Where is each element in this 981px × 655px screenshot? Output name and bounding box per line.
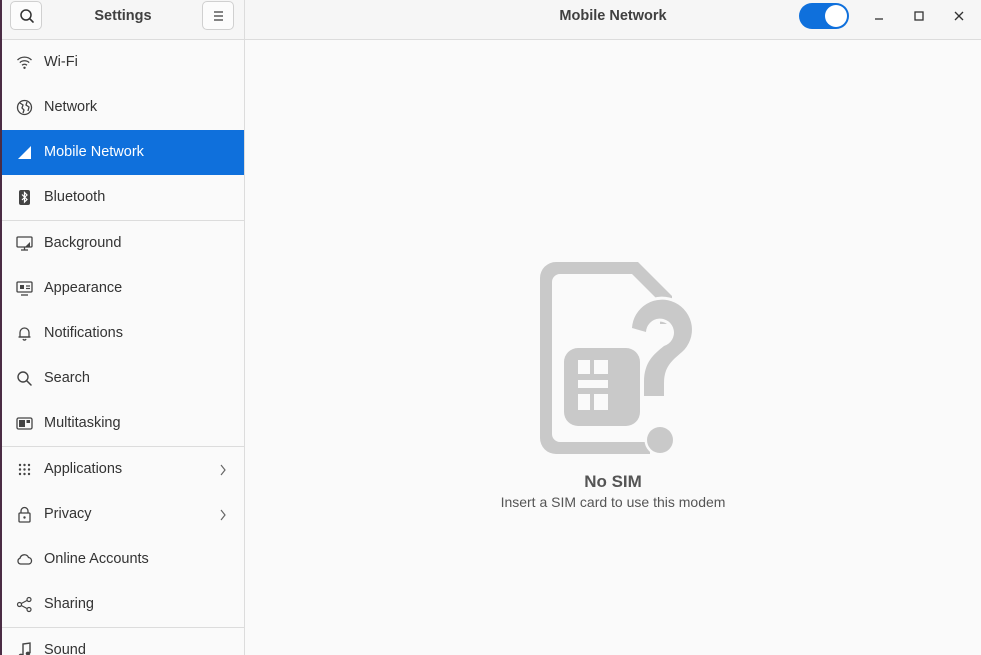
search-icon bbox=[17, 371, 32, 386]
sidebar-item-notifications[interactable]: Notifications bbox=[2, 311, 244, 356]
sidebar-item-multitasking[interactable]: Multitasking bbox=[2, 401, 244, 446]
minimize-icon[interactable] bbox=[872, 9, 886, 23]
sidebar-item-label: Sharing bbox=[44, 596, 94, 612]
sidebar-item-mobile-network[interactable]: Mobile Network bbox=[2, 130, 244, 175]
sidebar-item-label: Network bbox=[44, 99, 98, 115]
music-note-icon bbox=[18, 642, 31, 655]
toggle-knob bbox=[825, 5, 847, 27]
hamburger-icon bbox=[214, 11, 223, 21]
sidebar-item-wifi[interactable]: Wi-Fi bbox=[2, 40, 244, 85]
header-bar: Mobile Network bbox=[245, 0, 981, 40]
sidebar-item-label: Bluetooth bbox=[44, 189, 106, 205]
sidebar-item-applications[interactable]: Applications bbox=[2, 447, 244, 492]
sidebar-item-sound[interactable]: Sound bbox=[2, 628, 244, 655]
sidebar-item-bluetooth[interactable]: Bluetooth bbox=[2, 175, 244, 220]
appearance-icon bbox=[16, 281, 33, 296]
sidebar-item-label: Multitasking bbox=[44, 415, 121, 431]
no-sim-icon bbox=[540, 262, 695, 454]
chevron-right-icon bbox=[220, 509, 226, 521]
bell-icon bbox=[18, 327, 31, 341]
signal-icon bbox=[18, 146, 31, 159]
sidebar-item-appearance[interactable]: Appearance bbox=[2, 266, 244, 311]
bluetooth-icon bbox=[19, 190, 30, 205]
sidebar-item-label: Online Accounts bbox=[44, 551, 149, 567]
sidebar-item-label: Notifications bbox=[44, 325, 123, 341]
sidebar-item-search[interactable]: Search bbox=[2, 356, 244, 401]
sidebar: Settings Wi-Fi Network Mobile Network Bl… bbox=[2, 0, 245, 655]
maximize-icon[interactable] bbox=[912, 9, 926, 23]
close-icon[interactable] bbox=[952, 9, 966, 23]
sidebar-item-label: Applications bbox=[44, 461, 123, 477]
sidebar-item-sharing[interactable]: Sharing bbox=[2, 582, 244, 627]
cloud-icon bbox=[17, 554, 33, 565]
empty-state-title: No SIM bbox=[584, 472, 642, 491]
sidebar-item-label: Mobile Network bbox=[44, 144, 144, 160]
page-title: Mobile Network bbox=[559, 8, 667, 24]
wifi-icon bbox=[17, 56, 32, 69]
grid-icon bbox=[18, 463, 31, 476]
chevron-right-icon bbox=[220, 464, 226, 476]
sidebar-item-background[interactable]: Background bbox=[2, 221, 244, 266]
sidebar-header: Settings bbox=[2, 0, 244, 40]
sidebar-item-label: Search bbox=[44, 370, 90, 386]
empty-state-description: Insert a SIM card to use this modem bbox=[500, 494, 726, 510]
sidebar-item-privacy[interactable]: Privacy bbox=[2, 492, 244, 537]
sidebar-item-label: Privacy bbox=[44, 506, 92, 522]
mobile-network-toggle[interactable] bbox=[799, 3, 849, 29]
sidebar-item-label: Sound bbox=[44, 642, 86, 655]
sidebar-item-network[interactable]: Network bbox=[2, 85, 244, 130]
share-icon bbox=[16, 596, 32, 613]
main-menu-button[interactable] bbox=[202, 1, 234, 30]
sidebar-item-label: Appearance bbox=[44, 280, 123, 296]
monitor-icon bbox=[16, 236, 33, 251]
sidebar-item-label: Background bbox=[44, 235, 122, 251]
sidebar-item-online-accounts[interactable]: Online Accounts bbox=[2, 537, 244, 582]
lock-icon bbox=[18, 506, 31, 523]
multitasking-icon bbox=[16, 417, 33, 430]
sidebar-item-label: Wi-Fi bbox=[44, 54, 78, 70]
globe-icon bbox=[16, 99, 33, 116]
